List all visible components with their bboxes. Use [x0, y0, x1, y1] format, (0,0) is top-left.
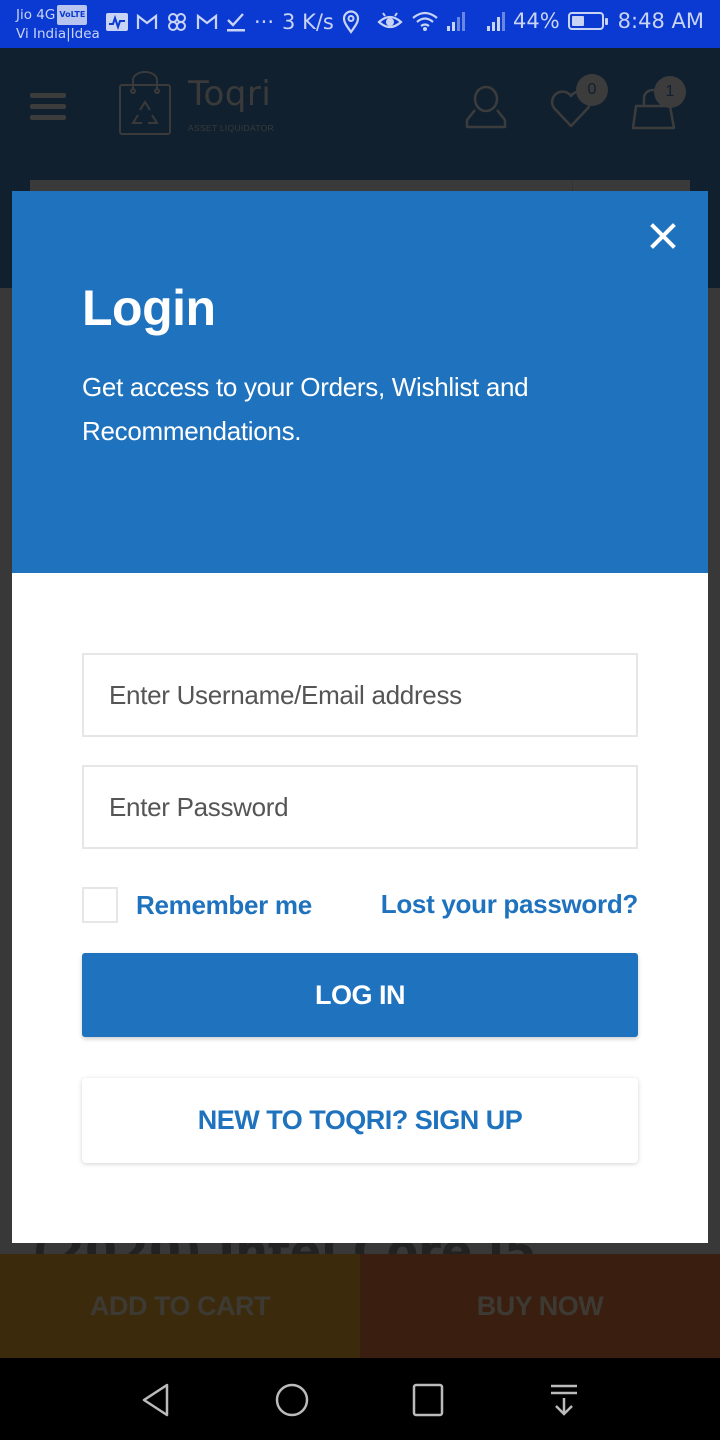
remember-me-checkbox[interactable]: [82, 887, 118, 923]
product-action-bar: ADD TO CART BUY NOW: [0, 1254, 720, 1358]
login-modal: Login Get access to your Orders, Wishlis…: [12, 191, 708, 1243]
remember-me-label[interactable]: Remember me: [136, 890, 312, 921]
signup-button[interactable]: NEW TO TOQRI? SIGN UP: [82, 1078, 638, 1163]
pulldown-arrow-icon: [551, 1384, 577, 1416]
signal-strength-icon-1: [446, 11, 465, 31]
volte-badge: VoLTE: [57, 5, 88, 25]
wifi-icon: [412, 11, 438, 31]
remember-me[interactable]: Remember me: [82, 887, 312, 923]
home-circle-icon: [275, 1383, 309, 1417]
logo-bag-recycle-icon[interactable]: [118, 70, 172, 136]
status-bar: Jio 4G VoLTE Vi India|Idea ··· 3 K/s 44% …: [0, 0, 720, 48]
wishlist-count-badge: 0: [576, 74, 608, 106]
add-to-cart-button[interactable]: ADD TO CART: [0, 1254, 360, 1358]
recents-button[interactable]: [408, 1380, 448, 1420]
carrier-2: Vi India|Idea: [16, 26, 100, 42]
close-icon[interactable]: [648, 221, 678, 251]
recents-square-icon: [412, 1383, 444, 1417]
location-icon: [342, 10, 359, 34]
logo-tagline: ASSET LIQUIDATOR: [188, 123, 275, 133]
battery-icon: [567, 12, 608, 30]
password-field[interactable]: [82, 765, 638, 849]
battery-percent: 44%: [512, 9, 560, 33]
username-field[interactable]: [82, 653, 638, 737]
notification-pulldown-button[interactable]: [544, 1380, 584, 1420]
login-button[interactable]: LOG IN: [82, 953, 638, 1037]
password-input[interactable]: [84, 767, 636, 847]
activity-icon: [106, 13, 128, 31]
signal-strength-icon-2: [486, 11, 505, 31]
login-title: Login: [82, 280, 216, 336]
clock: 8:48 AM: [617, 9, 704, 33]
gmail-icon: [136, 13, 158, 29]
login-subtitle: Get access to your Orders, Wishlist and …: [82, 372, 529, 446]
username-input[interactable]: [84, 655, 636, 735]
notification-icons: ··· 3 K/s: [106, 10, 360, 34]
system-nav-bar: [0, 1358, 720, 1440]
back-button[interactable]: [136, 1380, 176, 1420]
net-speed: 3 K/s: [282, 10, 334, 34]
lost-password-link[interactable]: Lost your password?: [381, 889, 639, 920]
buy-now-button[interactable]: BUY NOW: [360, 1254, 720, 1358]
cart-count-badge: 1: [654, 76, 686, 108]
eye-comfort-icon: [377, 12, 403, 29]
back-triangle-icon: [142, 1383, 169, 1417]
account-icon[interactable]: [463, 84, 509, 130]
gmail-icon: [196, 13, 218, 29]
carrier-1: Jio 4G: [16, 7, 56, 23]
home-button[interactable]: [272, 1380, 312, 1420]
more-dots-icon: ···: [254, 10, 275, 34]
download-done-icon: [227, 13, 245, 32]
carrier-info: Jio 4G VoLTE Vi India|Idea: [16, 5, 100, 43]
logo-name: Toqri: [188, 74, 272, 114]
menu-icon[interactable]: [30, 93, 66, 123]
pinwheel-icon: [168, 13, 186, 31]
login-modal-header: Login Get access to your Orders, Wishlis…: [12, 191, 708, 573]
system-indicators: 44% 8:48 AM: [377, 9, 704, 33]
